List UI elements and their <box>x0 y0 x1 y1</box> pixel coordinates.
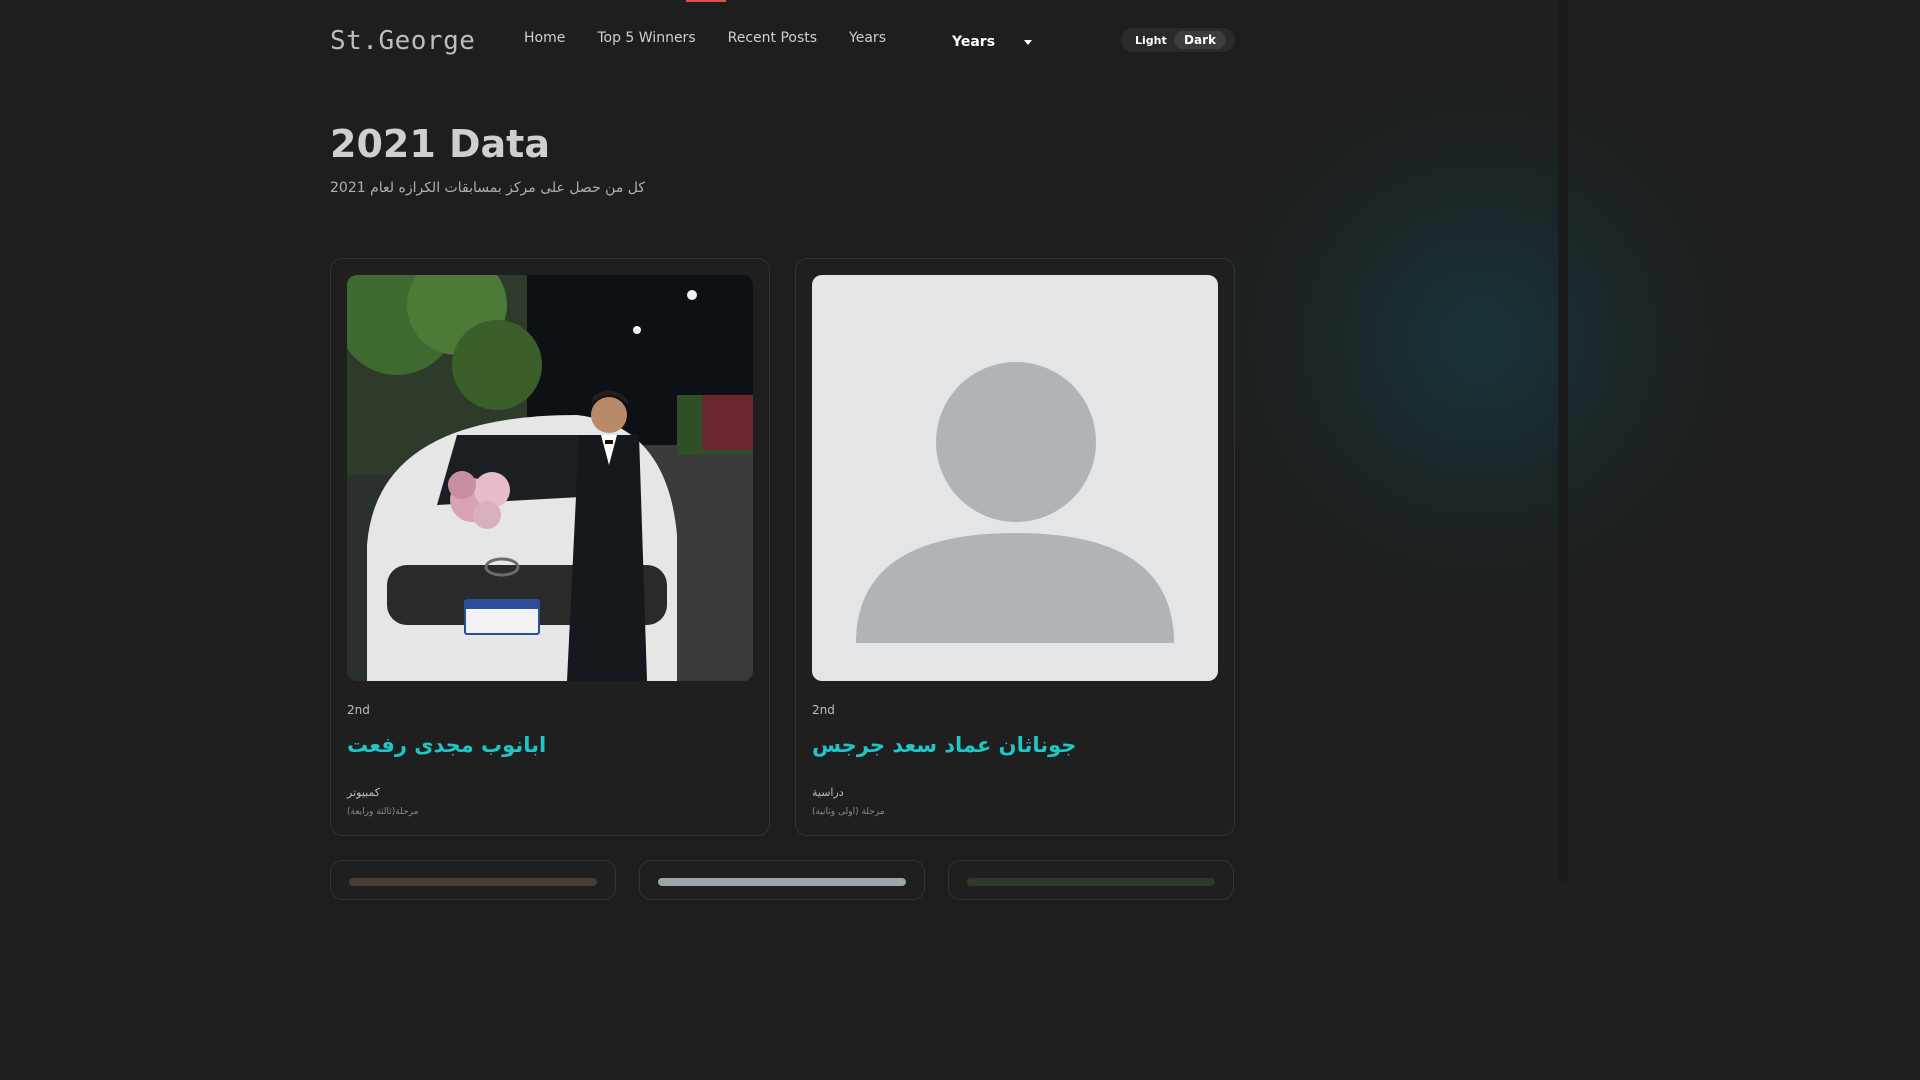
winner-name[interactable]: ابانوب مجدى رفعت <box>347 733 546 757</box>
winner-photo-partial <box>658 878 906 886</box>
winner-card[interactable]: 2nd ابانوب مجدى رفعت كمبيوتر مرحلة(ثالثة… <box>330 258 770 836</box>
winner-name[interactable]: جوناثان عماد سعد جرجس <box>812 733 1076 757</box>
nav-recent-posts[interactable]: Recent Posts <box>728 30 817 46</box>
caret-down-icon <box>1024 39 1032 45</box>
winner-card-partial[interactable] <box>639 860 925 900</box>
winner-card-partial[interactable] <box>948 860 1234 900</box>
winner-card[interactable]: 2nd جوناثان عماد سعد جرجس دراسية مرحلة (… <box>795 258 1235 836</box>
page-title: 2021 Data <box>330 122 550 166</box>
winner-photo[interactable] <box>347 275 753 681</box>
scrollbar[interactable] <box>1558 0 1568 882</box>
rank-label: 2nd <box>347 703 370 717</box>
years-dropdown[interactable]: Years <box>952 34 1032 50</box>
winner-photo-partial <box>349 878 597 886</box>
theme-dark-option[interactable]: Dark <box>1174 31 1226 49</box>
winner-stage: مرحلة(ثالثة ورابعة) <box>347 807 419 817</box>
main-nav: Home Top 5 Winners Recent Posts Years <box>524 30 886 46</box>
scroll-progress-indicator <box>686 0 726 2</box>
winner-card-partial[interactable] <box>330 860 616 900</box>
nav-years[interactable]: Years <box>849 30 886 46</box>
theme-toggle[interactable]: Light Dark <box>1121 28 1235 52</box>
winner-subject: دراسية <box>812 786 844 799</box>
background-glow <box>1200 60 1760 620</box>
winner-stage: مرحلة (اولى وثانية) <box>812 807 885 817</box>
rank-label: 2nd <box>812 703 835 717</box>
avatar-placeholder-icon[interactable] <box>812 275 1218 681</box>
site-logo[interactable]: St.George <box>330 26 475 56</box>
nav-top-5-winners[interactable]: Top 5 Winners <box>597 30 695 46</box>
page-subtitle: كل من حصل على مركز بمسابقات الكرازه لعام… <box>330 180 646 196</box>
nav-home[interactable]: Home <box>524 30 565 46</box>
years-dropdown-label: Years <box>952 34 996 50</box>
winner-subject: كمبيوتر <box>347 786 381 799</box>
winner-photo-partial <box>967 878 1215 886</box>
theme-light-option[interactable]: Light <box>1135 34 1167 47</box>
